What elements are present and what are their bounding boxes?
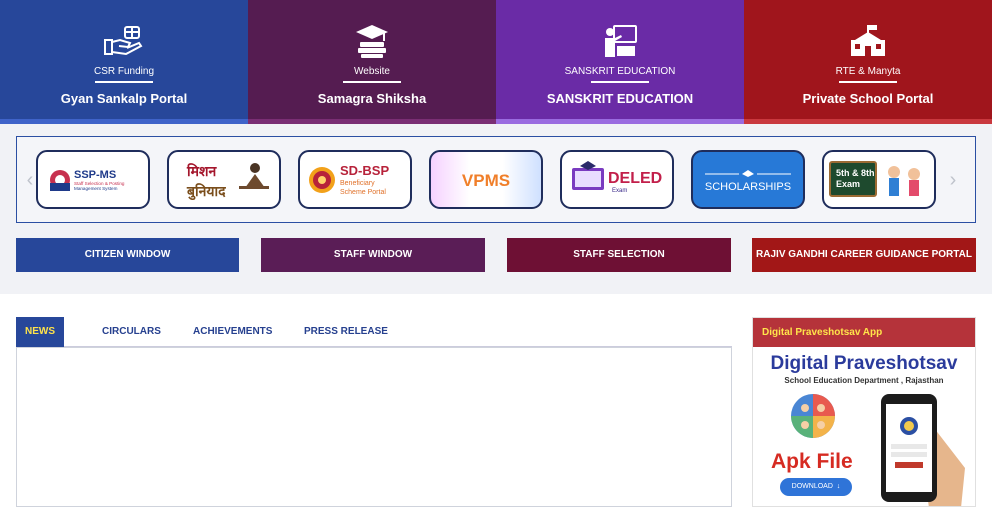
- tile-title: SANSKRIT EDUCATION: [546, 91, 694, 106]
- career-guidance-button[interactable]: RAJIV GANDHI CAREER GUIDANCE PORTAL: [752, 238, 976, 272]
- tab-circulars[interactable]: CIRCULARS: [102, 317, 161, 347]
- tile-caption: RTE & Manyta: [835, 66, 901, 77]
- carousel-item-sd-bsp[interactable]: SD-BSP Beneficiary Scheme Portal: [298, 150, 412, 209]
- tile-caption: Website: [354, 66, 390, 77]
- tile-caption: CSR Funding: [93, 66, 155, 77]
- school-building-icon: [849, 24, 887, 63]
- portal-tiles: CSR Funding Gyan Sankalp Portal Website …: [0, 0, 992, 124]
- tile-title: Samagra Shiksha: [317, 91, 427, 106]
- tile-divider: [95, 81, 153, 83]
- carousel-line1: Exam: [612, 188, 627, 194]
- tile-title: Private School Portal: [802, 91, 934, 106]
- tile-divider: [343, 81, 401, 83]
- hand-heart-icon: [101, 24, 147, 63]
- carousel-item-deled[interactable]: DELED Exam: [560, 150, 674, 209]
- news-content-panel: [16, 347, 732, 507]
- carousel-line1: बुनियाद: [186, 183, 226, 201]
- carousel-title: SD-BSP: [340, 163, 389, 178]
- app-subtitle: School Education Department , Rajasthan: [784, 376, 944, 385]
- tile-caption: SANSKRIT EDUCATION: [564, 66, 676, 77]
- carousel-title: मिशन: [186, 163, 218, 180]
- tile-private-school[interactable]: RTE & Manyta Private School Portal: [744, 0, 992, 124]
- carousel-item-mission-buniyaad[interactable]: मिशन बुनियाद: [167, 150, 281, 209]
- news-tabs: NEWS CIRCULARS ACHIEVEMENTS PRESS RELEAS…: [16, 317, 732, 347]
- tile-sanskrit-education[interactable]: SANSKRIT EDUCATION SANSKRIT EDUCATION: [496, 0, 744, 124]
- download-label: DOWNLOAD: [791, 483, 833, 490]
- kids-circle-icon: [791, 394, 835, 438]
- download-arrow-icon: ↓: [834, 483, 841, 490]
- tile-gyan-sankalp[interactable]: CSR Funding Gyan Sankalp Portal: [0, 0, 248, 124]
- praveshotsav-app-panel: Digital Praveshotsav App Digital Pravesh…: [752, 317, 976, 507]
- carousel-line2: Management System: [74, 186, 118, 191]
- carousel-title: 5th & 8th: [836, 168, 875, 178]
- carousel-title: DELED: [608, 170, 662, 187]
- mobile-phone-icon: [881, 394, 965, 506]
- tile-samagra-shiksha[interactable]: Website Samagra Shiksha: [248, 0, 496, 124]
- carousel-item-exam-5-8[interactable]: 5th & 8th Exam: [822, 150, 936, 209]
- app-title: Digital Praveshotsav: [770, 353, 958, 374]
- tab-press-release[interactable]: PRESS RELEASE: [304, 317, 388, 347]
- carousel-item-scholarships[interactable]: SCHOLARSHIPS: [691, 150, 805, 209]
- chevron-right-icon[interactable]: ›: [945, 170, 961, 190]
- tile-divider: [839, 81, 897, 83]
- staff-window-button[interactable]: STAFF WINDOW: [261, 238, 485, 272]
- portal-carousel: ‹ SSP-MS Staff Selection & Posting Manag…: [16, 136, 976, 223]
- teacher-board-icon: [602, 24, 638, 63]
- apk-file-label: Apk File: [771, 450, 853, 473]
- tab-achievements[interactable]: ACHIEVEMENTS: [193, 317, 272, 347]
- tab-news[interactable]: NEWS: [16, 317, 64, 347]
- citizen-window-button[interactable]: CITIZEN WINDOW: [16, 238, 239, 272]
- carousel-title: SCHOLARSHIPS: [705, 181, 791, 193]
- carousel-item-ssp-ms[interactable]: SSP-MS Staff Selection & Posting Managem…: [36, 150, 150, 209]
- carousel-title: SSP-MS: [74, 169, 116, 181]
- app-panel-header: Digital Praveshotsav App: [753, 318, 975, 347]
- download-button[interactable]: DOWNLOAD ↓: [780, 478, 852, 496]
- tile-divider: [591, 81, 649, 83]
- carousel-item-vpms[interactable]: VPMS: [429, 150, 543, 209]
- carousel-title: VPMS: [462, 171, 510, 190]
- carousel-line1: Beneficiary: [340, 180, 375, 187]
- tile-title: Gyan Sankalp Portal: [60, 91, 188, 106]
- carousel-line1: Exam: [836, 179, 860, 189]
- books-graduation-icon: [354, 24, 390, 63]
- carousel-line2: Scheme Portal: [340, 189, 386, 196]
- staff-selection-button[interactable]: STAFF SELECTION: [507, 238, 731, 272]
